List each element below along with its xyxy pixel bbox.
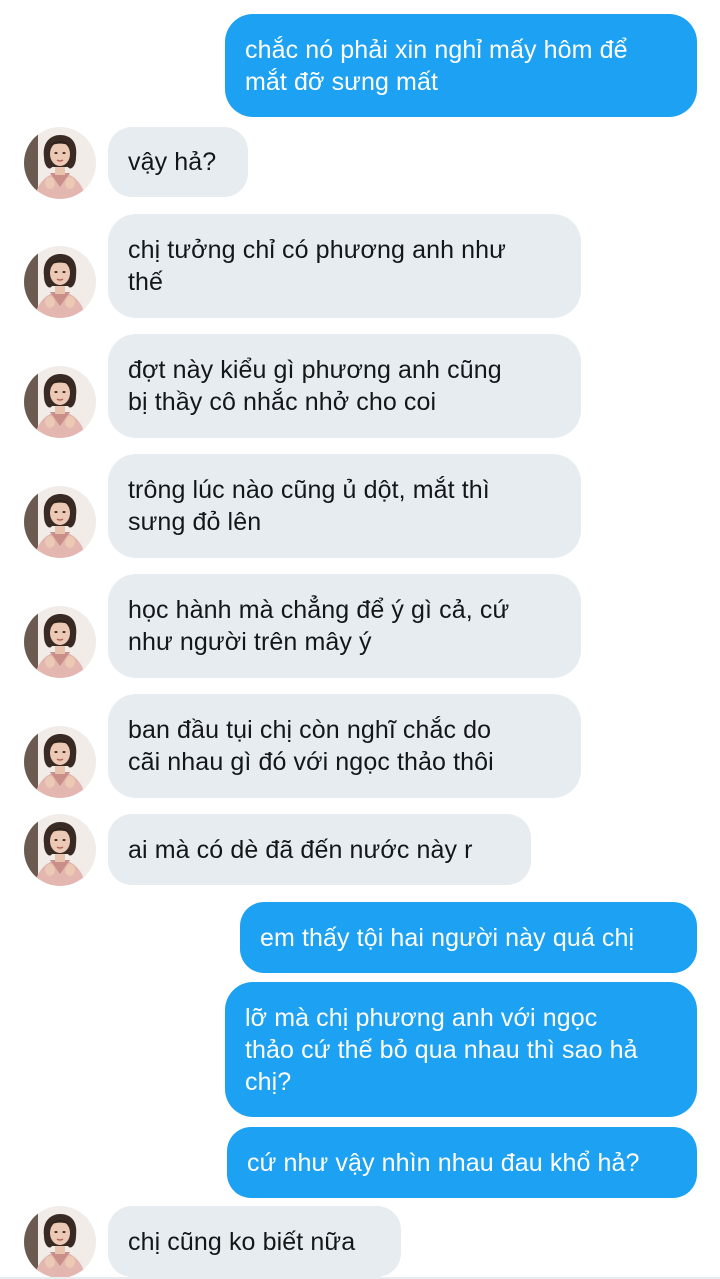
message-text: chắc nó phải xin nghỉ mấy hôm để mắt đỡ … bbox=[245, 35, 628, 96]
message-text: chị cũng ko biết nữa bbox=[128, 1227, 356, 1256]
message-bubble-incoming[interactable]: học hành mà chẳng để ý gì cả, cứ như ngư… bbox=[108, 574, 581, 678]
message-bubble-outgoing[interactable]: cứ như vậy nhìn nhau đau khổ hả? bbox=[227, 1127, 697, 1198]
avatar[interactable] bbox=[24, 726, 96, 798]
message-text: cứ như vậy nhìn nhau đau khổ hả? bbox=[247, 1148, 640, 1177]
message-bubble-incoming[interactable]: ban đầu tụi chị còn nghĩ chắc do cãi nha… bbox=[108, 694, 581, 798]
message-bubble-incoming[interactable]: vậy hả? bbox=[108, 127, 248, 197]
message-text: em thấy tội hai người này quá chị bbox=[260, 923, 635, 952]
avatar[interactable] bbox=[24, 127, 96, 199]
avatar[interactable] bbox=[24, 814, 96, 886]
avatar[interactable] bbox=[24, 366, 96, 438]
message-text: học hành mà chẳng để ý gì cả, cứ như ngư… bbox=[128, 596, 510, 656]
message-text: vậy hả? bbox=[128, 148, 217, 176]
message-text: chị tưởng chỉ có phương anh như thế bbox=[128, 236, 506, 296]
message-text: đợt này kiểu gì phương anh cũng bị thầy … bbox=[128, 356, 502, 416]
avatar[interactable] bbox=[24, 246, 96, 318]
message-bubble-outgoing[interactable]: em thấy tội hai người này quá chị bbox=[240, 902, 697, 973]
message-text: trông lúc nào cũng ủ dột, mắt thì sưng đ… bbox=[128, 476, 490, 536]
avatar[interactable] bbox=[24, 606, 96, 678]
message-bubble-incoming[interactable]: chị tưởng chỉ có phương anh như thế bbox=[108, 214, 581, 318]
avatar[interactable] bbox=[24, 1206, 96, 1278]
avatar[interactable] bbox=[24, 486, 96, 558]
message-bubble-incoming[interactable]: trông lúc nào cũng ủ dột, mắt thì sưng đ… bbox=[108, 454, 581, 558]
message-bubble-incoming[interactable]: ai mà có dè đã đến nước này r bbox=[108, 814, 531, 885]
message-text: lỡ mà chị phương anh với ngọc thảo cứ th… bbox=[245, 1003, 638, 1096]
message-bubble-incoming[interactable]: chị cũng ko biết nữa bbox=[108, 1206, 401, 1277]
message-bubble-outgoing[interactable]: chắc nó phải xin nghỉ mấy hôm để mắt đỡ … bbox=[225, 14, 697, 117]
message-text: ai mà có dè đã đến nước này r bbox=[128, 835, 473, 864]
message-bubble-incoming[interactable]: đợt này kiểu gì phương anh cũng bị thầy … bbox=[108, 334, 581, 438]
message-text: ban đầu tụi chị còn nghĩ chắc do cãi nha… bbox=[128, 716, 494, 776]
message-bubble-outgoing[interactable]: lỡ mà chị phương anh với ngọc thảo cứ th… bbox=[225, 982, 697, 1117]
conversation-thread: chắc nó phải xin nghỉ mấy hôm để mắt đỡ … bbox=[0, 0, 720, 1279]
